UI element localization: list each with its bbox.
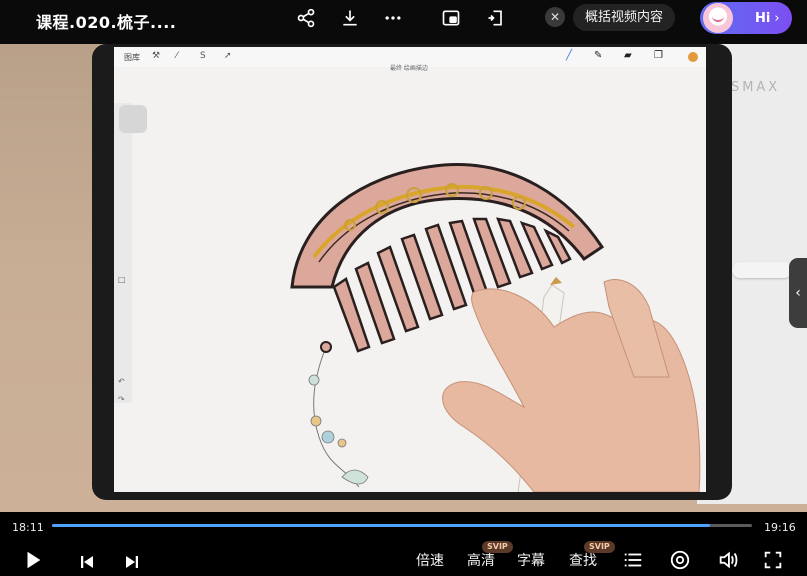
video-title: 课程.020.梳子....: [36, 13, 177, 32]
video-frame[interactable]: YSMAX 图库 ⚒ ⁄ S ➚ 最终 绘画描边 ╱ ✎ ▰ ❐ □ ↶ ↷: [0, 44, 807, 512]
player-controls: 18:11 19:16 倍速 高清 SVIP 字幕 查找 SVIP: [0, 512, 807, 576]
close-summary-button[interactable]: ✕: [545, 7, 565, 27]
subtitle-button[interactable]: 字幕: [517, 550, 545, 570]
progress-bar[interactable]: [52, 524, 752, 527]
hand-with-stylus: [442, 277, 701, 492]
collapse-panel-chevron-icon[interactable]: ‹: [789, 258, 807, 328]
duration: 19:16: [764, 521, 796, 534]
current-time: 18:11: [12, 521, 44, 534]
picture-in-picture-icon[interactable]: [439, 6, 463, 30]
fullscreen-icon[interactable]: [762, 548, 784, 572]
cast-icon[interactable]: [484, 6, 508, 30]
playlist-icon[interactable]: [622, 548, 644, 572]
summarize-video-button[interactable]: 概括视频内容: [573, 4, 676, 31]
search-svip-badge: SVIP: [584, 541, 615, 553]
hi-label: Hi: [755, 10, 771, 26]
play-icon[interactable]: [22, 548, 44, 572]
speed-button[interactable]: 倍速: [416, 550, 444, 570]
danmaku-icon[interactable]: [669, 548, 691, 572]
search-button[interactable]: 查找: [569, 550, 597, 570]
next-icon[interactable]: [123, 550, 141, 574]
top-bar: 课程.020.梳子.... ✕ 概括视频内容 Hi ›: [0, 0, 807, 44]
charging-cable: [732, 262, 792, 278]
chevron-right-icon: ›: [774, 10, 780, 26]
video-player: 课程.020.梳子.... ✕ 概括视频内容 Hi › YSMAX 图库 ⚒ ⁄…: [0, 0, 807, 576]
tablet-screen: 图库 ⚒ ⁄ S ➚ 最终 绘画描边 ╱ ✎ ▰ ❐ □ ↶ ↷: [114, 47, 706, 492]
previous-icon[interactable]: [78, 550, 96, 574]
download-icon[interactable]: [338, 6, 362, 30]
progress-bar-fill: [52, 524, 710, 527]
assistant-hi-button[interactable]: Hi ›: [700, 2, 792, 34]
quality-button[interactable]: 高清: [467, 550, 495, 570]
volume-icon[interactable]: [717, 548, 739, 572]
more-icon[interactable]: [381, 6, 405, 30]
quality-svip-badge: SVIP: [482, 541, 513, 553]
assistant-avatar: [703, 3, 733, 33]
share-icon[interactable]: [294, 6, 318, 30]
